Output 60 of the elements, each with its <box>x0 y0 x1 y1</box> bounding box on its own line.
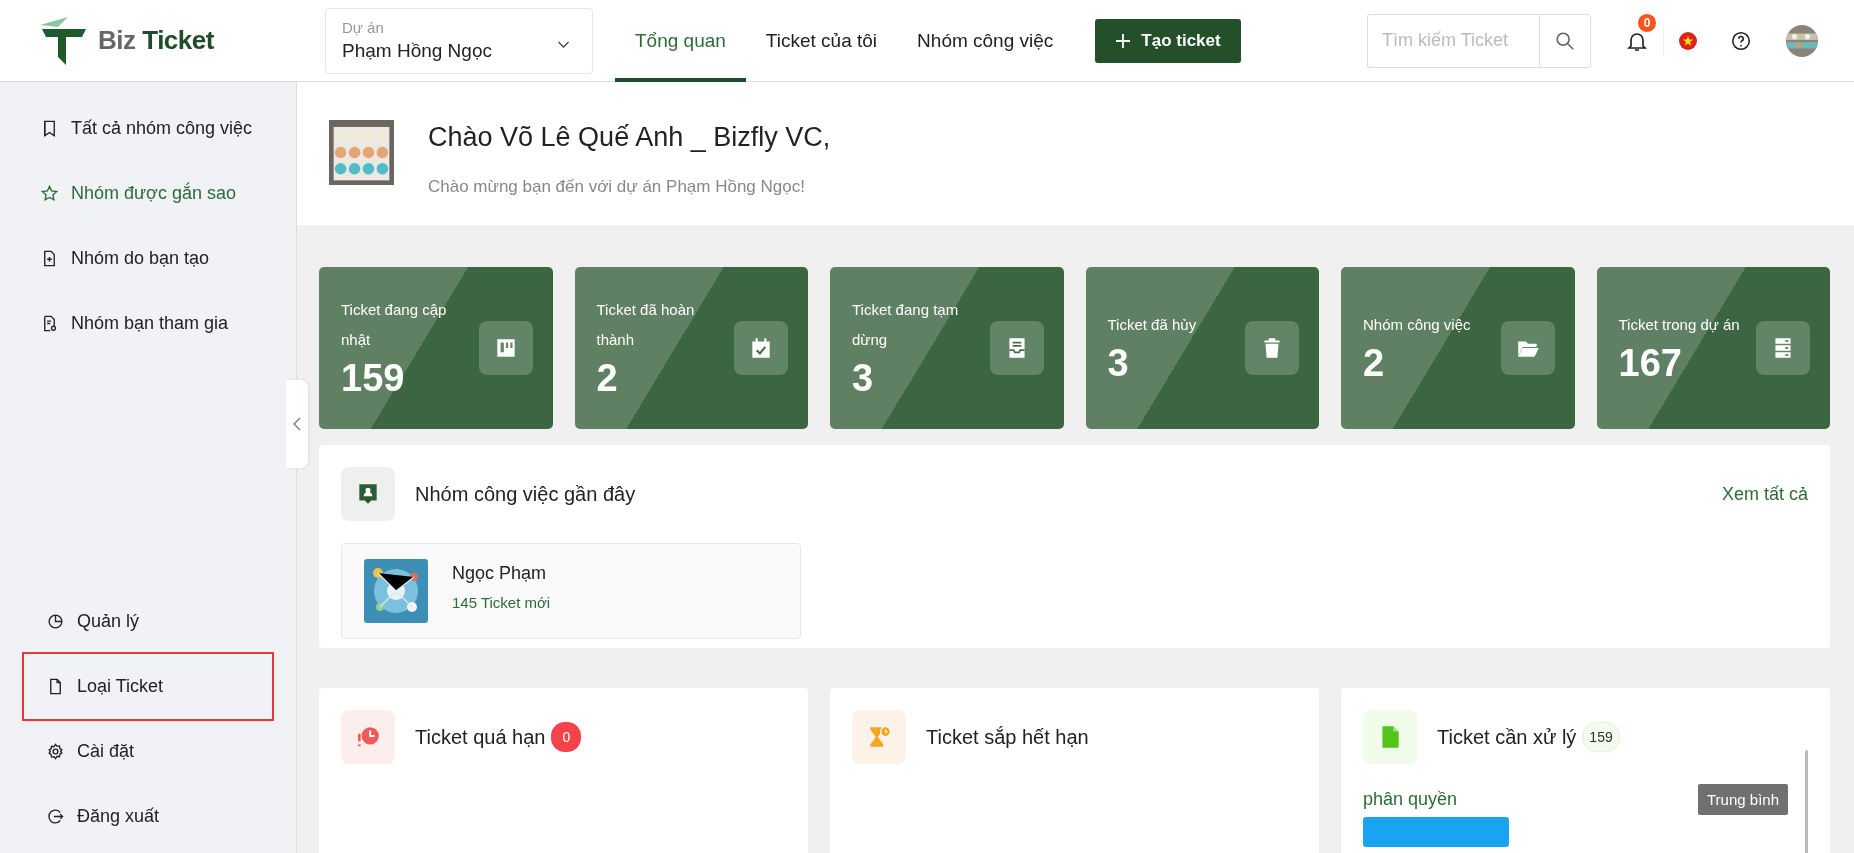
stat-value: 167 <box>1618 341 1683 386</box>
nav-tab[interactable]: Ticket của tôi <box>745 0 898 82</box>
greeting-subtitle: Chào mừng bạn đến với dự án Phạm Hồng Ngọc! <box>428 177 806 197</box>
stat-value: 2 <box>596 356 619 401</box>
stat-label: Ticket đang tạm dừng <box>852 300 960 350</box>
pie-chart-icon <box>46 612 65 631</box>
collapse-handle[interactable] <box>286 380 308 468</box>
see-all-link[interactable]: Xem tất cả <box>1721 483 1808 505</box>
search-button[interactable] <box>1539 13 1591 68</box>
stat-card[interactable]: Ticket đang tạm dừng 3 <box>830 267 1064 429</box>
sidebar-item[interactable]: Đăng xuất <box>24 784 272 849</box>
sidebar-item[interactable]: Loại Ticket <box>24 654 272 719</box>
group-ticket-count: 145 Ticket mới <box>452 594 551 611</box>
sidebar-item[interactable]: Nhóm được gắn sao <box>0 161 296 226</box>
sidebar-item[interactable]: Nhóm bạn tham gia <box>0 291 296 356</box>
sidebar-item[interactable]: Quản lý <box>24 589 272 654</box>
card-title: Nhóm công việc gần đây <box>415 482 636 506</box>
count-badge: 159 <box>1582 722 1620 752</box>
stat-card[interactable]: Ticket đã hoàn thành 2 <box>574 267 808 429</box>
project-select[interactable]: Dự án Phạm Hồng Ngọc <box>325 7 593 74</box>
group-name: Ngọc Phạm <box>452 563 548 584</box>
chevron-left-icon <box>293 417 301 431</box>
flag-icon[interactable] <box>1678 30 1698 51</box>
card-title: Ticket sắp hết hạn <box>926 725 1089 749</box>
priority-tag: Trung bình <box>1698 784 1788 815</box>
sidebar-item[interactable]: Tất cả nhóm công việc <box>0 96 296 161</box>
star-icon <box>40 184 59 203</box>
create-ticket-button[interactable]: Tạo ticket <box>1095 18 1241 63</box>
stat-value: 2 <box>1363 341 1386 386</box>
card-title: Ticket cần xử lý <box>1437 725 1577 749</box>
scrollbar[interactable] <box>1805 750 1808 853</box>
stat-label: Ticket đã hoàn thành <box>596 300 696 350</box>
card-title: Ticket quá hạn <box>415 725 546 749</box>
greeting-title: Chào Võ Lê Quế Anh _ Bizfly VC, <box>428 122 831 153</box>
stat-label: Ticket trong dự án <box>1618 315 1740 335</box>
help-icon[interactable] <box>1730 29 1752 52</box>
ticket-title[interactable]: phân quyền <box>1363 789 1458 810</box>
stat-card[interactable]: Ticket đã hủy 3 <box>1085 267 1319 429</box>
stat-label: Ticket đang cập nhật <box>341 300 448 350</box>
nav-tab[interactable]: Nhóm công việc <box>897 0 1074 82</box>
count-badge: 0 <box>551 722 582 752</box>
stat-value: 159 <box>341 356 406 401</box>
settings-icon <box>46 742 65 761</box>
sidebar-item[interactable]: Cài đặt <box>24 719 272 784</box>
search-field[interactable]: Tìm kiếm Ticket <box>1367 13 1539 68</box>
logout-icon <box>46 807 65 826</box>
stat-value: 3 <box>1107 341 1130 386</box>
search-icon <box>1554 29 1576 52</box>
plus-icon <box>1115 32 1132 49</box>
stat-card[interactable]: Nhóm công việc 2 <box>1341 267 1575 429</box>
stat-card[interactable]: Ticket trong dự án 167 <box>1596 267 1830 429</box>
sidebar-item[interactable]: Nhóm do bạn tạo <box>0 226 296 291</box>
stat-label: Nhóm công việc <box>1363 315 1471 335</box>
chevron-down-icon <box>557 40 570 49</box>
stat-card[interactable]: Ticket đang cập nhật 159 <box>319 267 553 429</box>
notification-badge: 0 <box>1637 12 1657 33</box>
stat-label: Ticket đã hủy <box>1107 315 1197 335</box>
group-card[interactable]: Ngọc Phạm 145 Ticket mới <box>341 543 801 639</box>
stat-value: 3 <box>852 356 875 401</box>
logo-text: Biz Ticket <box>98 25 214 56</box>
